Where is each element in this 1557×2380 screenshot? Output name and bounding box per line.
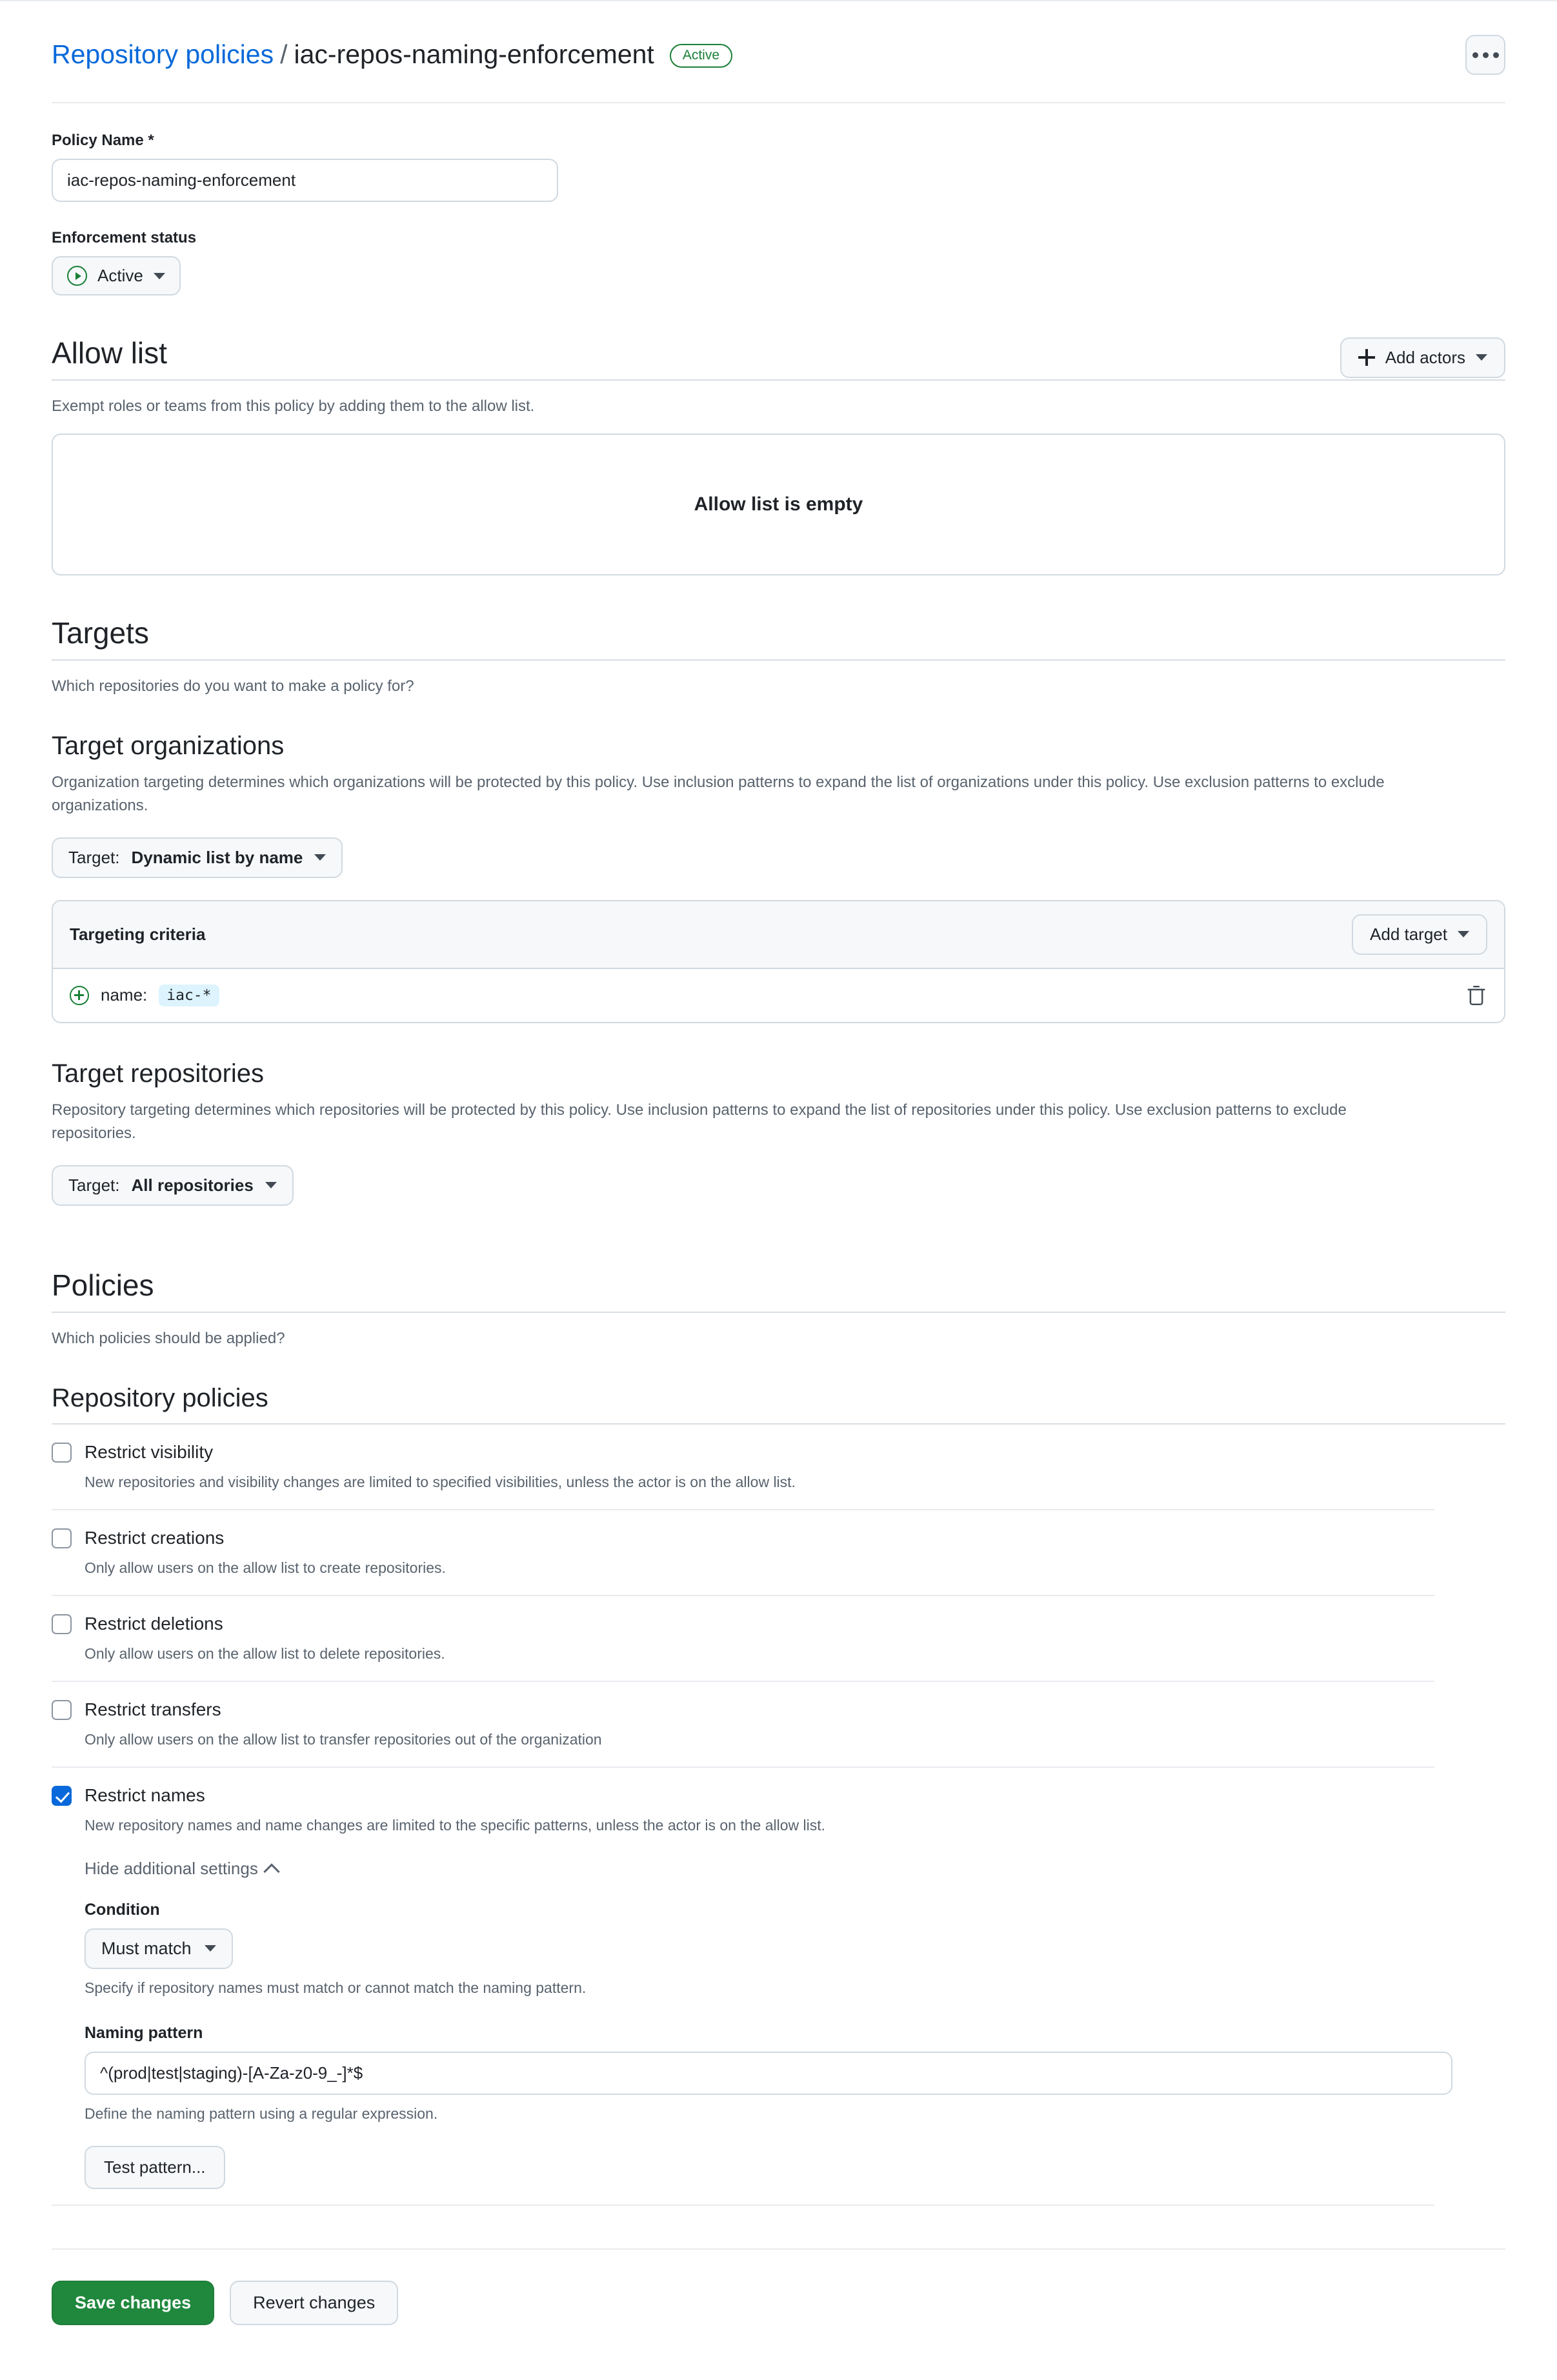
- checkbox-restrict-transfers[interactable]: [52, 1699, 72, 1720]
- footer-actions: Save changes Revert changes: [52, 2250, 1434, 2325]
- kebab-menu-icon[interactable]: [1465, 35, 1505, 75]
- save-changes-button[interactable]: Save changes: [52, 2280, 215, 2325]
- allow-list-description: Exempt roles or teams from this policy b…: [52, 397, 535, 415]
- policy-row-restrict-creations: Restrict creations Only allow users on t…: [52, 1510, 1434, 1596]
- target-organizations-heading: Target organizations: [52, 732, 285, 760]
- policy-label-restrict-names[interactable]: Restrict names: [85, 1785, 205, 1806]
- policies-divider: [52, 1311, 1505, 1313]
- policy-description-restrict-names: New repository names and name changes ar…: [85, 1817, 826, 1834]
- hide-additional-settings-label: Hide additional settings: [85, 1858, 258, 1878]
- target-prefix-label: Target:: [68, 847, 120, 867]
- condition-hint: Specify if repository names must match o…: [85, 1979, 587, 1996]
- naming-pattern-hint: Define the naming pattern using a regula…: [85, 2105, 438, 2122]
- chevron-down-icon: [1458, 931, 1469, 938]
- add-actors-button[interactable]: Add actors: [1340, 337, 1505, 378]
- allow-list-empty-state: Allow list is empty: [52, 434, 1505, 575]
- hide-additional-settings-toggle[interactable]: Hide additional settings: [85, 1858, 280, 1880]
- policy-row-restrict-visibility: Restrict visibility New repositories and…: [52, 1425, 1434, 1510]
- kebab-dot: [1492, 52, 1499, 58]
- target-organizations-value: Dynamic list by name: [131, 847, 303, 867]
- condition-value: Must match: [101, 1938, 192, 1958]
- add-target-button[interactable]: Add target: [1352, 914, 1487, 955]
- enforcement-status-value: Active: [97, 266, 143, 285]
- play-circle-icon: [67, 266, 87, 286]
- policy-label-restrict-visibility[interactable]: Restrict visibility: [85, 1441, 213, 1463]
- policy-description-restrict-creations: Only allow users on the allow list to cr…: [85, 1559, 446, 1577]
- chevron-down-icon: [153, 272, 165, 279]
- target-repositories-select[interactable]: Target: All repositories: [52, 1165, 294, 1206]
- add-actors-label: Add actors: [1385, 347, 1465, 367]
- test-pattern-button[interactable]: Test pattern...: [85, 2145, 225, 2189]
- chevron-down-icon: [1476, 354, 1487, 361]
- page-header: Repository policies / iac-repos-naming-e…: [52, 4, 1505, 103]
- kebab-dot: [1472, 52, 1478, 58]
- targets-description: Which repositories do you want to make a…: [52, 677, 414, 695]
- checkbox-restrict-deletions[interactable]: [52, 1614, 72, 1634]
- plus-circle-icon: [70, 985, 89, 1005]
- checkbox-restrict-names[interactable]: [52, 1785, 72, 1806]
- allow-list-divider: [52, 379, 1505, 381]
- allow-list-empty-text: Allow list is empty: [694, 494, 863, 515]
- policy-name-label: Policy Name *: [52, 132, 154, 149]
- allow-list-header: Allow list Add actors: [52, 335, 1505, 379]
- policy-label-restrict-creations[interactable]: Restrict creations: [85, 1527, 224, 1549]
- table-row: name: iac-*: [53, 969, 1504, 1022]
- criteria-key: name:: [101, 985, 148, 1005]
- kebab-dot: [1482, 52, 1489, 58]
- chevron-down-icon: [265, 1182, 277, 1189]
- checkbox-restrict-visibility[interactable]: [52, 1442, 72, 1463]
- checkbox-restrict-creations[interactable]: [52, 1528, 72, 1548]
- target-prefix-label: Target:: [68, 1175, 120, 1195]
- targeting-criteria-title: Targeting criteria: [70, 924, 206, 944]
- restrict-names-additional-settings: Condition Must match Specify if reposito…: [85, 1900, 1452, 2189]
- policy-label-restrict-deletions[interactable]: Restrict deletions: [85, 1613, 223, 1635]
- status-badge: Active: [669, 43, 733, 68]
- criteria-row-content: name: iac-*: [70, 984, 219, 1006]
- chevron-down-icon: [314, 854, 326, 861]
- policy-description-restrict-deletions: Only allow users on the allow list to de…: [85, 1645, 445, 1663]
- naming-pattern-input[interactable]: [85, 2051, 1452, 2095]
- breadcrumb: Repository policies / iac-repos-naming-e…: [52, 39, 733, 72]
- test-pattern-label: Test pattern...: [104, 2157, 206, 2177]
- chevron-up-icon: [263, 1863, 280, 1880]
- policy-row-restrict-deletions: Restrict deletions Only allow users on t…: [52, 1596, 1434, 1682]
- condition-select[interactable]: Must match: [85, 1928, 233, 1969]
- target-repositories-heading: Target repositories: [52, 1059, 265, 1088]
- policy-name-input[interactable]: [52, 159, 558, 202]
- target-organizations-select[interactable]: Target: Dynamic list by name: [52, 837, 343, 878]
- targets-heading: Targets: [52, 616, 149, 650]
- plus-icon: [1358, 349, 1375, 366]
- target-repositories-description: Repository targeting determines which re…: [52, 1101, 1347, 1143]
- enforcement-status-select[interactable]: Active: [52, 256, 181, 295]
- page-title: iac-repos-naming-enforcement: [294, 39, 654, 69]
- policies-description: Which policies should be applied?: [52, 1329, 285, 1347]
- policies-heading: Policies: [52, 1268, 154, 1302]
- policy-row-restrict-names: Restrict names New repository names and …: [52, 1768, 1452, 2206]
- policy-description-restrict-transfers: Only allow users on the allow list to tr…: [85, 1731, 602, 1748]
- policy-description-restrict-visibility: New repositories and visibility changes …: [85, 1474, 796, 1491]
- enforcement-status-label: Enforcement status: [52, 229, 197, 246]
- targets-divider: [52, 659, 1505, 661]
- trash-icon[interactable]: [1465, 983, 1487, 1008]
- naming-pattern-label: Naming pattern: [85, 2023, 203, 2042]
- repository-policies-heading: Repository policies: [52, 1383, 268, 1412]
- breadcrumb-link-repository-policies[interactable]: Repository policies: [52, 39, 274, 70]
- criteria-value: iac-*: [159, 984, 219, 1006]
- add-target-label: Add target: [1370, 924, 1447, 944]
- target-repositories-value: All repositories: [131, 1175, 254, 1195]
- chevron-down-icon: [204, 1945, 216, 1952]
- allow-list-heading: Allow list: [52, 336, 167, 370]
- policy-label-restrict-transfers[interactable]: Restrict transfers: [85, 1699, 221, 1721]
- targeting-criteria-card: Targeting criteria Add target name: iac-…: [52, 899, 1505, 1023]
- policy-settings-page: Repository policies / iac-repos-naming-e…: [0, 0, 1557, 2364]
- policy-row-restrict-transfers: Restrict transfers Only allow users on t…: [52, 1682, 1434, 1768]
- condition-label: Condition: [85, 1900, 160, 1919]
- target-organizations-description: Organization targeting determines which …: [52, 774, 1385, 815]
- revert-changes-button[interactable]: Revert changes: [230, 2280, 399, 2325]
- breadcrumb-separator: /: [280, 39, 288, 69]
- targeting-criteria-header: Targeting criteria Add target: [53, 901, 1504, 969]
